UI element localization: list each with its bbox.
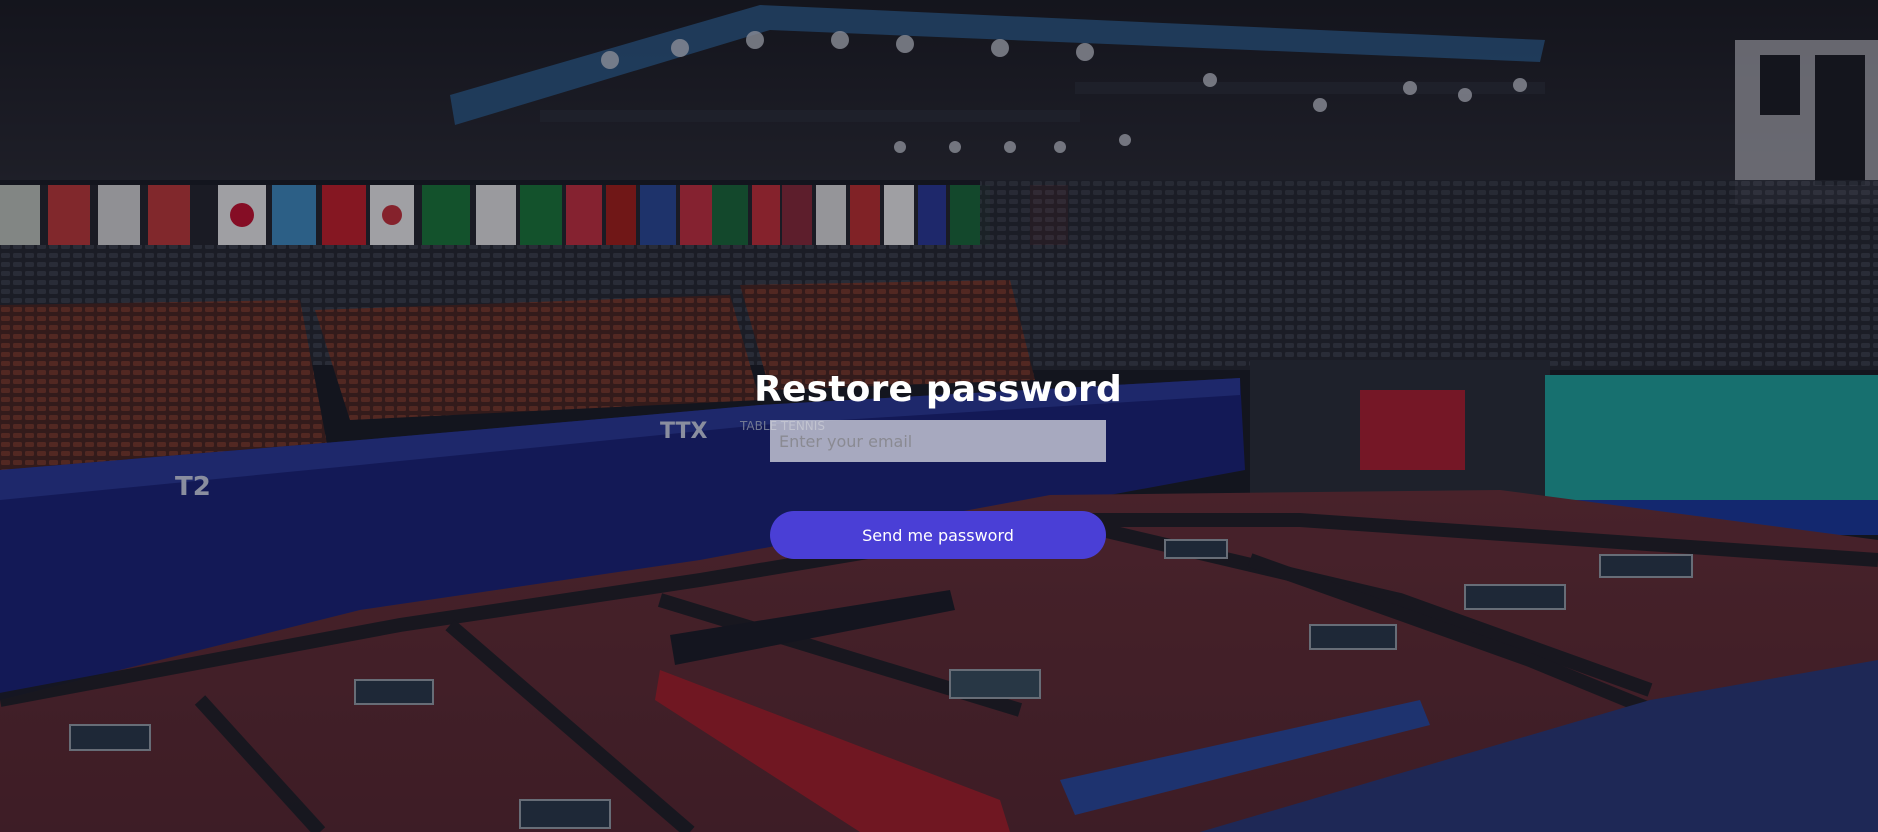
email-input[interactable]	[770, 420, 1106, 462]
restore-password-form: Restore password Send me password	[754, 368, 1122, 559]
send-password-button[interactable]: Send me password	[770, 511, 1106, 559]
restore-password-page: TTX T2 TABLE TENNIS Restore password Sen…	[0, 0, 1878, 832]
page-title: Restore password	[754, 369, 1122, 410]
